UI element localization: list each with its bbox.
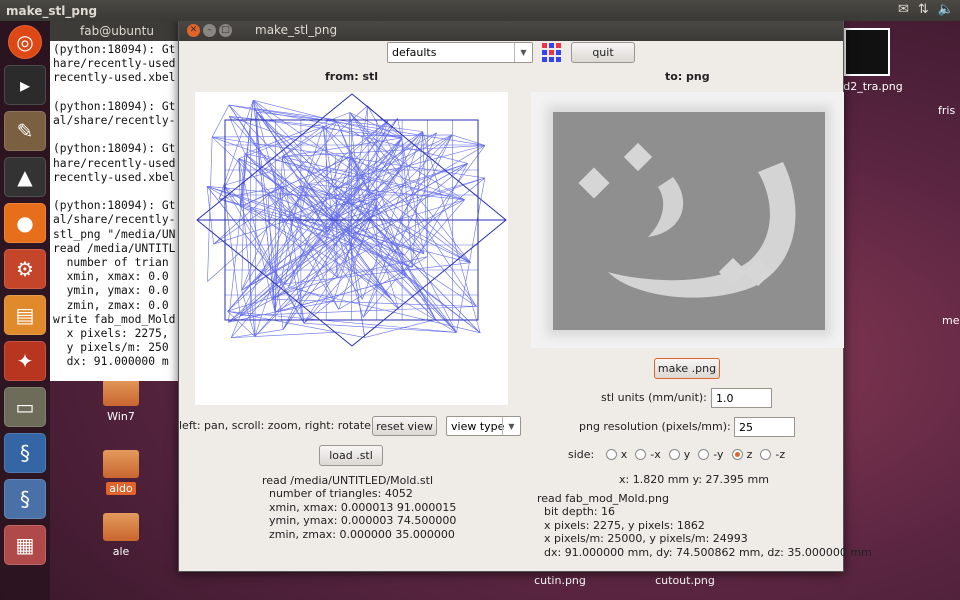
desktop-icon-me[interactable]: me	[942, 314, 960, 327]
window-title: make_stl_png	[255, 23, 338, 37]
radio-button-icon[interactable]	[605, 449, 617, 460]
stl-wireframe	[196, 93, 507, 347]
inkscape-launcher-icon[interactable]: ▲	[4, 157, 46, 197]
side-radio-neg-y[interactable]: -y	[690, 448, 724, 461]
coordinate-readout: x: 1.820 mm y: 27.395 mm	[619, 473, 769, 486]
python-launcher-icon[interactable]: §	[4, 433, 46, 473]
desktop-icon-fris[interactable]: fris	[938, 104, 960, 117]
side-radio-label: -x	[650, 448, 661, 461]
drive-launcher-icon[interactable]: ▭	[4, 387, 46, 427]
make-stl-png-window: ✕ – □ make_stl_png defaults ▼ quit from:…	[178, 18, 872, 572]
view-type-combo[interactable]: view type ▼	[446, 416, 521, 436]
png-info-text: read fab_mod_Mold.png bit depth: 16 x pi…	[537, 492, 872, 559]
height-map-image	[553, 112, 825, 330]
side-radio-label: -y	[713, 448, 724, 461]
reset-view-button[interactable]: reset view	[372, 416, 437, 436]
radio-button-icon[interactable]	[731, 449, 743, 460]
python2-launcher-icon[interactable]: §	[4, 479, 46, 519]
radio-button-icon[interactable]	[760, 449, 772, 460]
folder-icon	[103, 513, 139, 541]
to-label: to: png	[665, 70, 710, 83]
terminal-output: (python:18094): Gt hare/recently-used re…	[53, 43, 176, 369]
desktop-icon-d2-tra[interactable]: d2_tra.png	[838, 28, 908, 93]
terminal-title: fab@ubuntu	[50, 21, 185, 41]
desktop-icon-win7[interactable]: Win7	[96, 378, 146, 423]
top-panel: make_stl_png ✉ ⇅ 🔈	[0, 0, 960, 21]
load-stl-button[interactable]: load .stl	[319, 445, 383, 466]
firefox-launcher-icon[interactable]: ●	[4, 203, 46, 243]
window-titlebar: ✕ – □ make_stl_png	[179, 19, 843, 41]
maximize-icon[interactable]: □	[219, 23, 232, 37]
ubuntu-dash-icon[interactable]: ◎	[8, 25, 42, 59]
side-radio-label: -z	[775, 448, 786, 461]
volume-icon[interactable]: 🔈	[938, 2, 954, 17]
make-png-button[interactable]: make .png	[654, 358, 720, 379]
stl-mesh-viewer[interactable]	[195, 92, 508, 405]
folder-icon	[103, 378, 139, 406]
workspace-launcher-icon[interactable]: ▦	[4, 525, 46, 565]
quit-button[interactable]: quit	[571, 42, 635, 63]
stl-units-input[interactable]: 1.0	[711, 388, 772, 408]
settings-launcher-icon[interactable]: ⚙	[4, 249, 46, 289]
pcb-thumbnail-icon	[844, 28, 890, 76]
radio-button-icon[interactable]	[698, 449, 710, 460]
side-radio-x[interactable]: x	[598, 448, 627, 461]
side-radio-neg-x[interactable]: -x	[627, 448, 661, 461]
active-app-title: make_stl_png	[6, 3, 98, 18]
gimp-launcher-icon[interactable]: ✎	[4, 111, 46, 151]
mouse-hint-text: left: pan, scroll: zoom, right: rotate	[179, 419, 371, 432]
terminal-window[interactable]: fab@ubuntu (python:18094): Gt hare/recen…	[50, 21, 185, 381]
system-tray: ✉ ⇅ 🔈	[898, 2, 954, 17]
launcher: ◎ ▸ ✎ ▲ ● ⚙ ▤ ✦ ▭ § § ▦	[0, 21, 50, 600]
relief-glyph	[578, 142, 796, 298]
side-radio-neg-z[interactable]: -z	[752, 448, 785, 461]
from-label: from: stl	[325, 70, 379, 83]
chevron-down-icon: ▼	[514, 43, 532, 62]
terminal-launcher-icon[interactable]: ▸	[4, 65, 46, 105]
desktop-icon-cutin[interactable]: cutin.png	[530, 574, 590, 587]
png-resolution-label: png resolution (pixels/mm):	[579, 420, 731, 433]
folder-icon	[103, 450, 139, 478]
chevron-down-icon: ▼	[502, 417, 520, 435]
side-radio-group: side: x -x y -y z -z	[568, 448, 785, 461]
desktop-icon-ale[interactable]: ale	[96, 513, 146, 558]
desktop-icon-cutout[interactable]: cutout.png	[650, 574, 720, 587]
bird-launcher-icon[interactable]: ✦	[4, 341, 46, 381]
defaults-combo[interactable]: defaults ▼	[387, 42, 533, 63]
stl-info-text: read /media/UNTITLED/Mold.stl number of …	[262, 474, 457, 541]
side-radio-y[interactable]: y	[661, 448, 690, 461]
radio-button-icon[interactable]	[668, 449, 680, 460]
mail-icon[interactable]: ✉	[898, 2, 909, 17]
radio-button-icon[interactable]	[635, 449, 647, 460]
network-icon[interactable]: ⇅	[918, 2, 929, 17]
app-grid-icon[interactable]	[542, 43, 561, 62]
stl-units-label: stl units (mm/unit):	[601, 391, 707, 404]
close-icon[interactable]: ✕	[187, 23, 200, 37]
png-resolution-input[interactable]: 25	[734, 417, 795, 437]
side-label: side:	[568, 448, 595, 461]
png-preview	[531, 92, 844, 348]
desktop-icon-aldo[interactable]: aldo	[96, 450, 146, 495]
side-radio-z[interactable]: z	[724, 448, 752, 461]
minimize-icon[interactable]: –	[203, 23, 216, 37]
files-launcher-icon[interactable]: ▤	[4, 295, 46, 335]
